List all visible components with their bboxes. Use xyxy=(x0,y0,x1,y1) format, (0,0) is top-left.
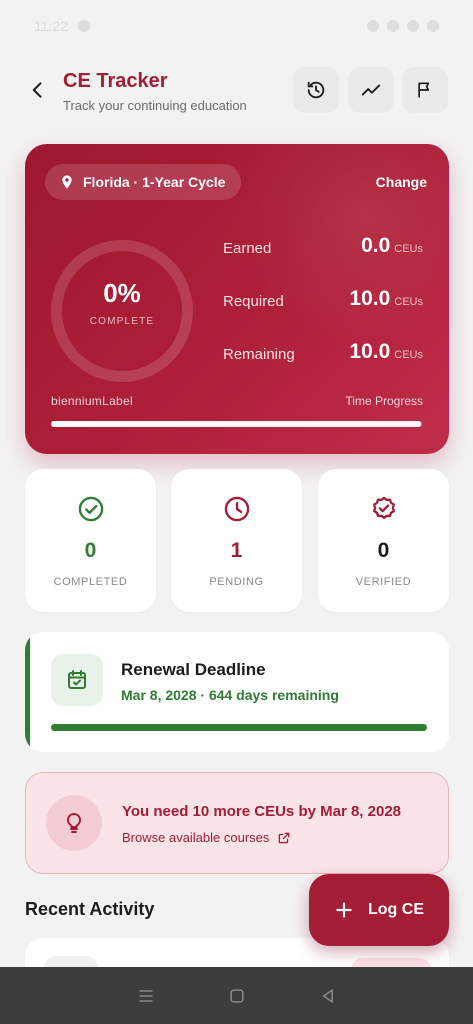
required-row: Required 10.0 CEUs xyxy=(223,287,423,317)
time-progress-label: Time Progress xyxy=(345,394,423,408)
renewal-progress-bar xyxy=(51,724,427,731)
back-button[interactable] xyxy=(24,76,52,104)
page-subtitle: Track your continuing education xyxy=(63,98,247,113)
chevron-left-icon xyxy=(32,82,42,98)
location-pin-icon xyxy=(62,175,72,189)
verified-stat-card[interactable]: 0 VERIFIED xyxy=(318,469,449,612)
system-nav-bar xyxy=(0,967,473,1024)
renewal-deadline-card[interactable]: Renewal Deadline Mar 8, 2028 · 644 days … xyxy=(25,632,449,752)
required-label: Required xyxy=(223,293,284,310)
trend-icon xyxy=(361,84,381,96)
alert-text: You need 10 more CEUs by Mar 8, 2028 xyxy=(122,803,402,820)
progress-summary-card: Florida · 1-Year Cycle Change 0% COMPLET… xyxy=(25,144,449,454)
page-title: CE Tracker xyxy=(63,70,168,92)
pending-stat-card[interactable]: 1 PENDING xyxy=(171,469,302,612)
renewal-subtitle: Mar 8, 2028 · 644 days remaining xyxy=(121,687,339,703)
wifi-icon xyxy=(387,20,399,32)
flag-button[interactable] xyxy=(402,67,448,113)
percent-caption: COMPLETE xyxy=(89,316,155,327)
browse-courses-label: Browse available courses xyxy=(122,830,270,845)
location-pill[interactable]: Florida · 1-Year Cycle xyxy=(45,164,242,200)
earned-label: Earned xyxy=(223,240,272,257)
verified-badge-icon xyxy=(372,496,395,519)
notification-icon xyxy=(78,20,90,32)
check-circle-icon xyxy=(78,496,103,522)
earned-row: Earned 0.0 CEUs xyxy=(223,234,423,264)
calendar-icon-box xyxy=(51,654,103,706)
lightbulb-icon-box xyxy=(46,795,102,851)
clock-icon xyxy=(224,496,249,522)
completed-count: 0 xyxy=(84,539,97,562)
history-icon xyxy=(307,81,325,99)
recent-activity-heading: Recent Activity xyxy=(25,899,155,919)
alarm-icon xyxy=(367,20,379,32)
completed-stat-card[interactable]: 0 COMPLETED xyxy=(25,469,156,612)
renewal-progress-fill xyxy=(51,724,427,731)
plus-icon xyxy=(336,902,352,918)
status-bar: 11:22 xyxy=(0,0,473,52)
required-value: 10.0 xyxy=(349,287,391,310)
location-label: Florida · 1-Year Cycle xyxy=(83,174,226,190)
progress-ring xyxy=(51,240,193,382)
earned-value: 0.0 xyxy=(361,234,391,257)
renewal-title: Renewal Deadline xyxy=(121,660,266,679)
earned-unit: CEUs xyxy=(394,243,423,255)
back-triangle-icon[interactable] xyxy=(318,986,338,1006)
flag-icon xyxy=(418,82,430,98)
log-ce-button[interactable]: Log CE xyxy=(309,874,449,946)
remaining-row: Remaining 10.0 CEUs xyxy=(223,340,423,370)
remaining-unit: CEUs xyxy=(394,349,423,361)
completed-caption: COMPLETED xyxy=(53,576,128,588)
history-button[interactable] xyxy=(293,67,339,113)
verified-count: 0 xyxy=(377,539,390,562)
renewal-accent xyxy=(25,632,30,752)
lightbulb-icon xyxy=(66,812,82,833)
remaining-label: Remaining xyxy=(223,346,295,363)
log-ce-label: Log CE xyxy=(368,901,424,918)
required-unit: CEUs xyxy=(394,296,423,308)
menu-icon[interactable] xyxy=(136,986,156,1006)
app-header: CE Tracker Track your continuing educati… xyxy=(0,60,473,120)
time-progress-fill xyxy=(51,421,422,427)
signal-icon xyxy=(407,20,419,32)
pending-count: 1 xyxy=(230,539,243,562)
calendar-check-icon xyxy=(68,670,86,689)
status-time: 11:22 xyxy=(34,18,68,34)
battery-icon xyxy=(427,20,439,32)
remaining-value: 10.0 xyxy=(349,340,391,363)
change-button[interactable]: Change xyxy=(376,174,427,190)
ceu-needed-alert: You need 10 more CEUs by Mar 8, 2028 Bro… xyxy=(25,772,449,874)
browse-courses-link[interactable]: Browse available courses xyxy=(122,830,291,845)
external-link-icon xyxy=(279,832,290,843)
pending-caption: PENDING xyxy=(209,576,264,588)
verified-caption: VERIFIED xyxy=(355,576,412,588)
time-progress-bar xyxy=(51,421,423,427)
trends-button[interactable] xyxy=(348,67,394,113)
biennium-label: bienniumLabel xyxy=(51,394,133,408)
home-icon[interactable] xyxy=(227,986,247,1006)
percent-complete: 0% xyxy=(103,278,141,308)
